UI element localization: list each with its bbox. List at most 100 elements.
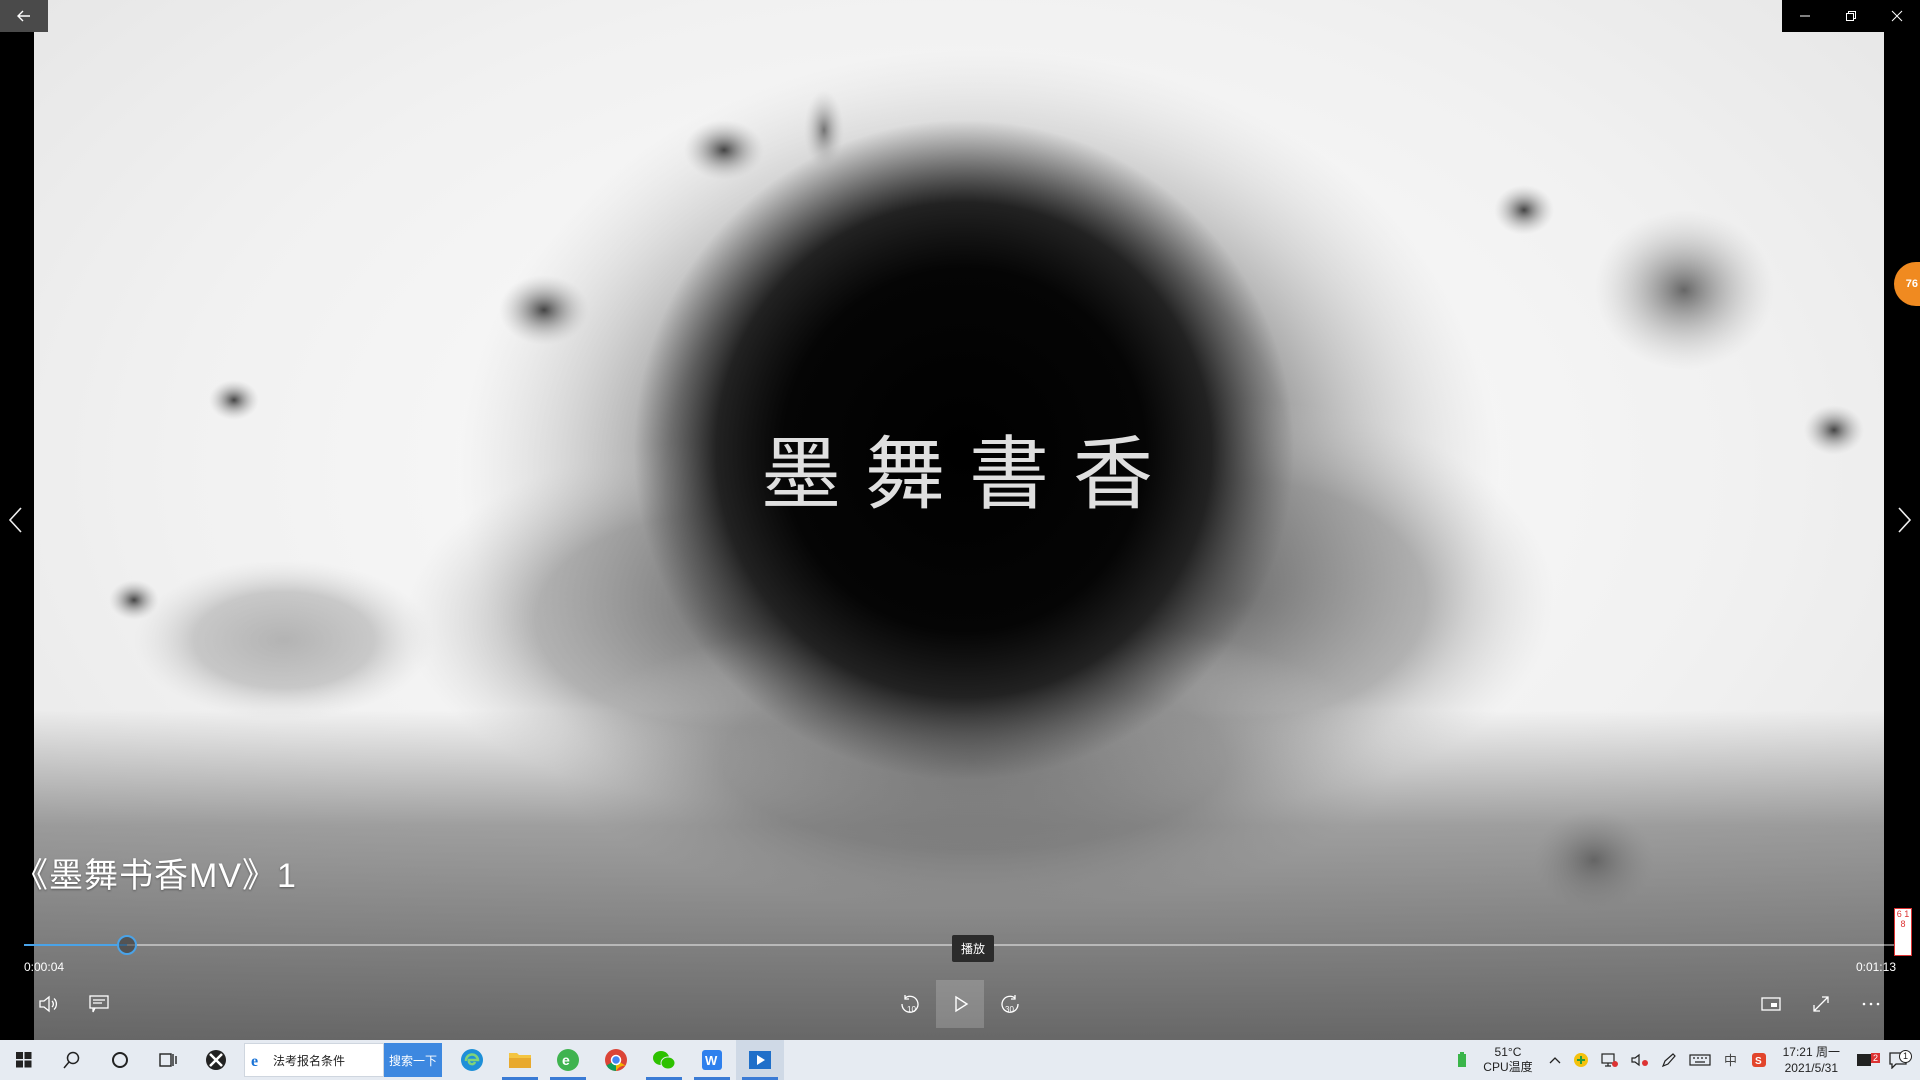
edge-app[interactable] bbox=[448, 1040, 496, 1080]
rewind-10-icon: 10 bbox=[901, 995, 919, 1014]
show-hidden-icons[interactable] bbox=[1543, 1055, 1567, 1065]
sogou-icon: S bbox=[1751, 1053, 1766, 1067]
skip-back-button[interactable]: 10 bbox=[886, 980, 934, 1028]
ime-tray-icon[interactable]: 中 bbox=[1717, 1052, 1745, 1068]
edge-icon bbox=[461, 1049, 483, 1071]
back-button[interactable] bbox=[0, 0, 48, 32]
fullscreen-icon bbox=[1813, 996, 1829, 1012]
security-tray-icon[interactable] bbox=[1567, 1052, 1595, 1068]
cpu-temperature-widget[interactable]: 51°C CPU温度 bbox=[1473, 1045, 1542, 1075]
chrome-app[interactable] bbox=[592, 1040, 640, 1080]
close-button[interactable] bbox=[1874, 0, 1920, 32]
movies-tv-app[interactable] bbox=[736, 1040, 784, 1080]
browser-search-input[interactable]: e 法考报名条件 bbox=[244, 1043, 384, 1077]
volume-icon bbox=[39, 995, 58, 1013]
seek-thumb[interactable] bbox=[116, 935, 137, 955]
chevron-up-icon bbox=[1549, 1057, 1561, 1064]
360-browser-app[interactable]: e bbox=[544, 1040, 592, 1080]
restore-icon bbox=[1846, 11, 1856, 21]
pinwheel-app-icon bbox=[206, 1050, 226, 1070]
windows-logo-icon bbox=[16, 1052, 32, 1068]
forward-30-icon: 30 bbox=[1001, 995, 1019, 1014]
play-tooltip: 播放 bbox=[952, 935, 995, 962]
minimize-icon bbox=[1800, 15, 1810, 17]
pen-tray-icon[interactable] bbox=[1655, 1052, 1683, 1068]
folder-icon bbox=[509, 1053, 531, 1068]
restore-button[interactable] bbox=[1828, 0, 1874, 32]
close-icon bbox=[1891, 10, 1903, 22]
volume-tray-icon[interactable] bbox=[1625, 1052, 1655, 1068]
battery-tray-icon[interactable] bbox=[1451, 1052, 1473, 1068]
ime-zhong-icon: 中 bbox=[1724, 1054, 1737, 1068]
volume-button[interactable] bbox=[24, 980, 72, 1028]
sogou-input-indicator[interactable]: 2 bbox=[1850, 1051, 1882, 1069]
chrome-icon bbox=[605, 1049, 627, 1071]
clock-date: 2021/5/31 bbox=[1784, 1061, 1838, 1075]
next-button[interactable] bbox=[1890, 500, 1920, 540]
previous-button[interactable] bbox=[0, 500, 30, 540]
arrow-left-icon bbox=[17, 10, 30, 22]
video-player-icon bbox=[749, 1051, 771, 1069]
search-icon bbox=[63, 1051, 80, 1069]
network-tray-icon[interactable] bbox=[1595, 1052, 1625, 1068]
action-center-button[interactable]: 1 bbox=[1882, 1050, 1920, 1069]
sogou-badge: 2 bbox=[1870, 1053, 1880, 1063]
mini-view-button[interactable] bbox=[1747, 980, 1795, 1028]
play-icon bbox=[955, 995, 969, 1013]
skip-forward-label: 30 bbox=[1005, 1005, 1014, 1014]
360-browser-icon: e bbox=[557, 1049, 579, 1071]
svg-text:W: W bbox=[705, 1053, 718, 1068]
clock-time: 17:21 周一 bbox=[1782, 1045, 1840, 1059]
notification-count: 1 bbox=[1899, 1050, 1912, 1063]
system-tray: 51°C CPU温度 中 S 17:21 周一 2021/5/31 2 1 bbox=[1451, 1040, 1920, 1080]
seek-bar-progress bbox=[24, 944, 127, 946]
total-time: 0:01:13 bbox=[1855, 960, 1896, 974]
search-button[interactable] bbox=[48, 1040, 96, 1080]
play-button[interactable] bbox=[936, 980, 984, 1028]
clock[interactable]: 17:21 周一 2021/5/31 bbox=[1773, 1044, 1850, 1076]
network-disconnected-icon bbox=[1601, 1053, 1618, 1067]
sogou-tray-icon[interactable]: S bbox=[1745, 1052, 1773, 1068]
minimize-button[interactable] bbox=[1782, 0, 1828, 32]
browser-search-widget: e 法考报名条件 搜索一下 bbox=[244, 1043, 442, 1077]
file-explorer-app[interactable] bbox=[496, 1040, 544, 1080]
picture-in-picture-icon bbox=[1761, 997, 1781, 1011]
floating-note-widget[interactable]: 6 1 8 bbox=[1894, 908, 1912, 956]
current-time: 0:00:04 bbox=[24, 960, 65, 974]
cortana-button[interactable] bbox=[96, 1040, 144, 1080]
task-view-icon bbox=[159, 1053, 177, 1067]
cortana-icon bbox=[112, 1052, 128, 1068]
browser-search-submit[interactable]: 搜索一下 bbox=[384, 1043, 442, 1077]
browser-search-text: 法考报名条件 bbox=[273, 1053, 346, 1068]
task-view-button[interactable] bbox=[144, 1040, 192, 1080]
chevron-left-icon bbox=[8, 507, 22, 533]
keyboard-icon bbox=[1689, 1054, 1711, 1066]
speaker-muted-icon bbox=[1631, 1053, 1648, 1067]
ellipsis-icon bbox=[1862, 1002, 1880, 1006]
video-frame[interactable]: 墨舞書香 bbox=[34, 0, 1884, 1040]
taskbar: e 法考报名条件 搜索一下 e W 51°C CPU温度 中 S 17:21 周… bbox=[0, 1040, 1920, 1080]
battery-icon bbox=[1458, 1052, 1467, 1067]
pen-icon bbox=[1661, 1053, 1676, 1068]
svg-text:e: e bbox=[562, 1052, 570, 1068]
skip-back-label: 10 bbox=[907, 1005, 916, 1014]
skip-forward-button[interactable]: 30 bbox=[986, 980, 1034, 1028]
chevron-right-icon bbox=[1898, 507, 1912, 533]
svg-text:S: S bbox=[1755, 1056, 1762, 1067]
start-button[interactable] bbox=[0, 1040, 48, 1080]
pinwheel-app-button[interactable] bbox=[192, 1040, 240, 1080]
svg-text:中: 中 bbox=[1724, 1054, 1737, 1068]
w-document-icon: W bbox=[702, 1050, 722, 1070]
writer-app[interactable]: W bbox=[688, 1040, 736, 1080]
window-controls bbox=[1782, 0, 1920, 32]
video-title: 《墨舞书香MV》1 bbox=[14, 857, 297, 895]
shield-plus-icon bbox=[1573, 1053, 1588, 1067]
fullscreen-button[interactable] bbox=[1797, 980, 1845, 1028]
subtitles-button[interactable] bbox=[75, 980, 123, 1028]
keyboard-tray-icon[interactable] bbox=[1683, 1053, 1717, 1067]
wechat-app[interactable] bbox=[640, 1040, 688, 1080]
cpu-temperature: 51°C bbox=[1494, 1045, 1522, 1059]
more-options-button[interactable] bbox=[1847, 980, 1895, 1028]
media-player-window: 墨舞書香 76 6 1 8 《墨舞书香MV》1 0:00:04 0:01:13 … bbox=[0, 0, 1920, 1080]
captions-icon bbox=[89, 995, 109, 1013]
